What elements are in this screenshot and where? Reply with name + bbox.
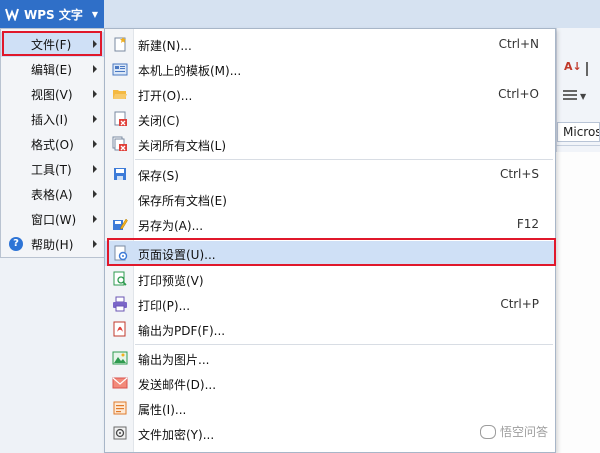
menu-item-print-preview[interactable]: 打印预览(V) bbox=[105, 267, 555, 292]
annotation-highlight-page-setup bbox=[107, 238, 556, 266]
chevron-right-icon bbox=[93, 90, 97, 98]
sort-icon[interactable]: A↓ bbox=[564, 60, 582, 78]
menu-item-save[interactable]: 保存(S) Ctrl+S bbox=[105, 162, 555, 187]
main-menu: 文件(F) 编辑(E) 视图(V) 插入(I) 格式(O) 工具(T) 表格(A… bbox=[0, 28, 106, 258]
menu-item-label: 表格(A) bbox=[31, 188, 73, 202]
menu-item-label: 视图(V) bbox=[31, 88, 73, 102]
menu-item-open[interactable]: 打开(O)... Ctrl+O bbox=[105, 82, 555, 107]
folder-open-icon bbox=[112, 86, 128, 102]
template-icon bbox=[112, 61, 128, 77]
chat-bubble-icon bbox=[480, 424, 496, 439]
mail-icon bbox=[112, 375, 128, 391]
close-all-icon bbox=[112, 136, 128, 152]
menu-item-save-as[interactable]: 另存为(A)... F12 bbox=[105, 212, 555, 237]
menu-item-label: 窗口(W) bbox=[31, 213, 77, 227]
image-icon bbox=[112, 350, 128, 366]
menu-item-properties[interactable]: 属性(I)... bbox=[105, 396, 555, 421]
menu-item-close[interactable]: 关闭(C) bbox=[105, 107, 555, 132]
menu-item-view[interactable]: 视图(V) bbox=[1, 82, 105, 107]
pdf-icon bbox=[112, 321, 128, 337]
watermark: 悟空问答 bbox=[480, 423, 548, 440]
chevron-right-icon bbox=[93, 65, 97, 73]
divider-icon bbox=[586, 62, 598, 76]
menu-item-export-image[interactable]: 输出为图片... bbox=[105, 346, 555, 371]
help-icon: ? bbox=[9, 237, 23, 251]
document-area[interactable] bbox=[556, 152, 600, 453]
menu-item-export-pdf[interactable]: 输出为PDF(F)... bbox=[105, 317, 555, 342]
chevron-right-icon bbox=[93, 240, 97, 248]
menu-item-print[interactable]: 打印(P)... Ctrl+P bbox=[105, 292, 555, 317]
close-document-icon bbox=[112, 111, 128, 127]
menu-item-table[interactable]: 表格(A) bbox=[1, 182, 105, 207]
wps-logo-icon bbox=[4, 6, 20, 22]
save-icon bbox=[112, 166, 128, 182]
chevron-right-icon bbox=[93, 165, 97, 173]
menu-item-insert[interactable]: 插入(I) bbox=[1, 107, 105, 132]
menu-separator bbox=[135, 344, 553, 345]
menu-item-help[interactable]: ? 帮助(H) bbox=[1, 232, 105, 257]
menu-item-save-all[interactable]: 保存所有文档(E) bbox=[105, 187, 555, 212]
menu-item-format[interactable]: 格式(O) bbox=[1, 132, 105, 157]
wps-app-menu-button[interactable]: WPS 文字 ▼ bbox=[0, 0, 104, 28]
save-as-icon bbox=[112, 216, 128, 232]
menu-item-send-mail[interactable]: 发送邮件(D)... bbox=[105, 371, 555, 396]
menu-item-label: 工具(T) bbox=[31, 163, 72, 177]
menu-item-tools[interactable]: 工具(T) bbox=[1, 157, 105, 182]
menu-item-label: 格式(O) bbox=[31, 138, 74, 152]
menu-item-new[interactable]: 新建(N)... Ctrl+N bbox=[105, 32, 555, 57]
chevron-down-icon: ▼ bbox=[91, 9, 98, 19]
encrypt-icon bbox=[112, 425, 128, 441]
watermark-text: 悟空问答 bbox=[500, 425, 549, 439]
chevron-right-icon bbox=[93, 115, 97, 123]
annotation-highlight-file bbox=[2, 31, 102, 56]
menu-separator bbox=[135, 159, 553, 160]
chevron-right-icon bbox=[93, 215, 97, 223]
printer-icon bbox=[112, 296, 128, 312]
properties-icon bbox=[112, 400, 128, 416]
print-preview-icon bbox=[112, 271, 128, 287]
toolbar-divider bbox=[556, 145, 600, 146]
menu-item-local-templates[interactable]: 本机上的模板(M)... bbox=[105, 57, 555, 82]
chevron-right-icon bbox=[93, 190, 97, 198]
menu-item-label: 帮助(H) bbox=[31, 238, 74, 252]
font-name-field[interactable]: Micros bbox=[557, 122, 600, 142]
menu-item-label: 插入(I) bbox=[31, 113, 68, 127]
app-title: WPS 文字 bbox=[24, 7, 83, 22]
menu-item-label: 编辑(E) bbox=[31, 63, 72, 77]
chevron-down-icon[interactable]: ▼ bbox=[580, 92, 586, 101]
menu-item-window[interactable]: 窗口(W) bbox=[1, 207, 105, 232]
menu-item-edit[interactable]: 编辑(E) bbox=[1, 57, 105, 82]
new-document-icon bbox=[112, 36, 128, 52]
menu-item-close-all[interactable]: 关闭所有文档(L) bbox=[105, 132, 555, 157]
chevron-right-icon bbox=[93, 140, 97, 148]
